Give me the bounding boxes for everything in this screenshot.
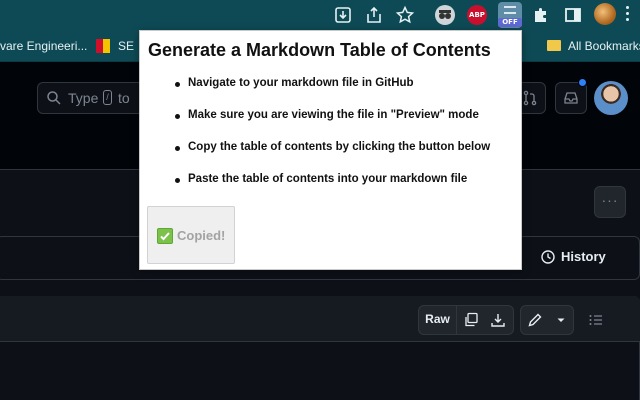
extension-status-badge: OFF [498, 18, 522, 27]
list-item: Paste the table of contents into your ma… [175, 173, 518, 205]
browser-menu-icon[interactable] [626, 6, 630, 24]
folder-icon [547, 40, 561, 51]
bookmark-item[interactable]: vare Engineeri... [0, 39, 87, 53]
history-icon [540, 249, 556, 265]
toc-lines-icon [504, 6, 516, 14]
flag-icon [96, 39, 110, 53]
copy-button-label: Copied! [177, 228, 226, 243]
notification-dot [578, 78, 587, 87]
bookmark-item[interactable]: SE [118, 39, 134, 53]
search-placeholder: Type [68, 90, 99, 106]
chevron-down-icon[interactable] [553, 312, 569, 328]
more-options-button[interactable]: ··· [594, 186, 626, 218]
extension-popup: Generate a Markdown Table of Contents Na… [139, 30, 522, 270]
list-item: Copy the table of contents by clicking t… [175, 141, 518, 173]
star-icon[interactable] [395, 5, 415, 25]
all-bookmarks[interactable]: All Bookmarks [568, 39, 640, 53]
checkmark-icon [157, 228, 173, 244]
download-file-icon[interactable] [490, 312, 506, 328]
share-icon[interactable] [364, 5, 384, 25]
search-icon [46, 90, 62, 106]
list-item: Navigate to your markdown file in GitHub [175, 77, 518, 109]
search-shortcut-key: / [103, 90, 112, 105]
list-item: Make sure you are viewing the file in "P… [175, 109, 518, 141]
outline-list-icon[interactable] [588, 312, 604, 328]
raw-button[interactable]: Raw [419, 305, 457, 335]
sidebar-icon[interactable] [563, 5, 583, 25]
profile-avatar[interactable] [594, 3, 616, 25]
copy-icon[interactable] [463, 312, 479, 328]
history-button[interactable]: History [561, 249, 606, 264]
search-placeholder-suffix: to [118, 90, 130, 106]
adblock-plus-icon[interactable]: ABP [467, 5, 487, 25]
popup-title: Generate a Markdown Table of Contents [148, 40, 491, 60]
spy-extension-icon[interactable] [435, 5, 455, 25]
copy-toc-button[interactable]: Copied! [147, 206, 235, 264]
user-avatar[interactable] [594, 81, 628, 115]
pencil-icon[interactable] [527, 312, 543, 328]
puzzle-icon[interactable] [531, 5, 551, 25]
instructions-list: Navigate to your markdown file in GitHub… [175, 77, 518, 205]
download-icon[interactable] [333, 5, 353, 25]
markdown-toc-extension-icon[interactable]: OFF [498, 2, 522, 28]
